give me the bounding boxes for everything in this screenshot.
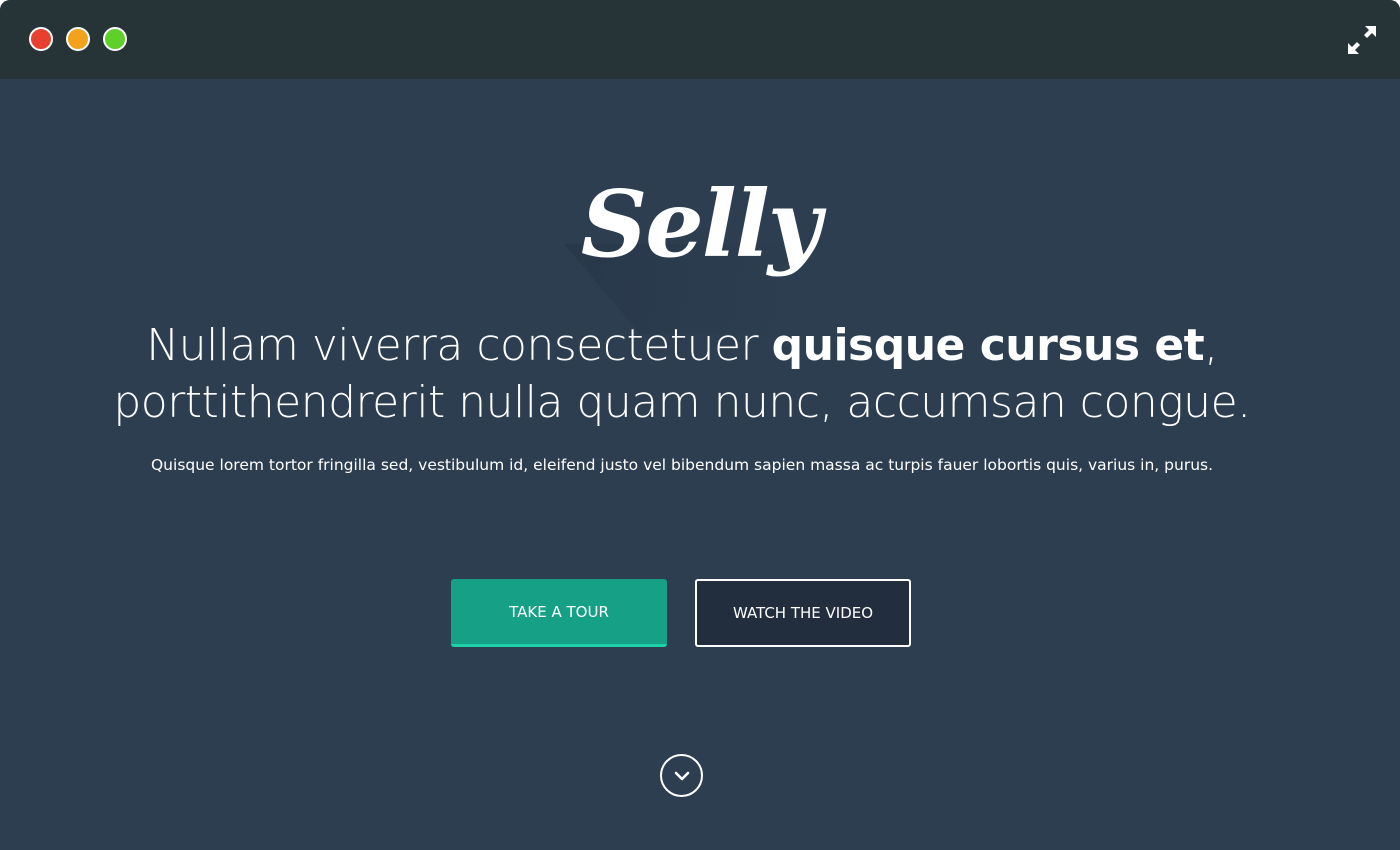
logo: Selly <box>550 164 900 334</box>
window-controls <box>29 27 127 51</box>
expand-arrows-icon[interactable] <box>1346 24 1378 56</box>
close-window-icon[interactable] <box>29 27 53 51</box>
hero-section: Selly Nullam viverra consectetuer quisqu… <box>0 79 1400 850</box>
watch-video-button[interactable]: WATCH THE VIDEO <box>695 579 911 647</box>
headline: Nullam viverra consectetuer quisque curs… <box>100 317 1264 431</box>
browser-window: Selly Nullam viverra consectetuer quisqu… <box>0 0 1400 850</box>
headline-line2: porttithendrerit nulla quam nunc, accums… <box>113 377 1251 428</box>
title-bar <box>0 0 1400 79</box>
headline-regular: Nullam viverra consectetuer <box>146 320 772 371</box>
maximize-window-icon[interactable] <box>103 27 127 51</box>
logo-text: Selly <box>580 170 821 278</box>
headline-comma: , <box>1204 320 1218 371</box>
take-a-tour-button[interactable]: TAKE A TOUR <box>451 579 667 647</box>
headline-bold: quisque cursus et <box>771 320 1205 371</box>
scroll-down-button[interactable] <box>660 754 703 797</box>
chevron-down-icon <box>674 771 689 780</box>
subheadline: Quisque lorem tortor fringilla sed, vest… <box>150 456 1214 474</box>
minimize-window-icon[interactable] <box>66 27 90 51</box>
